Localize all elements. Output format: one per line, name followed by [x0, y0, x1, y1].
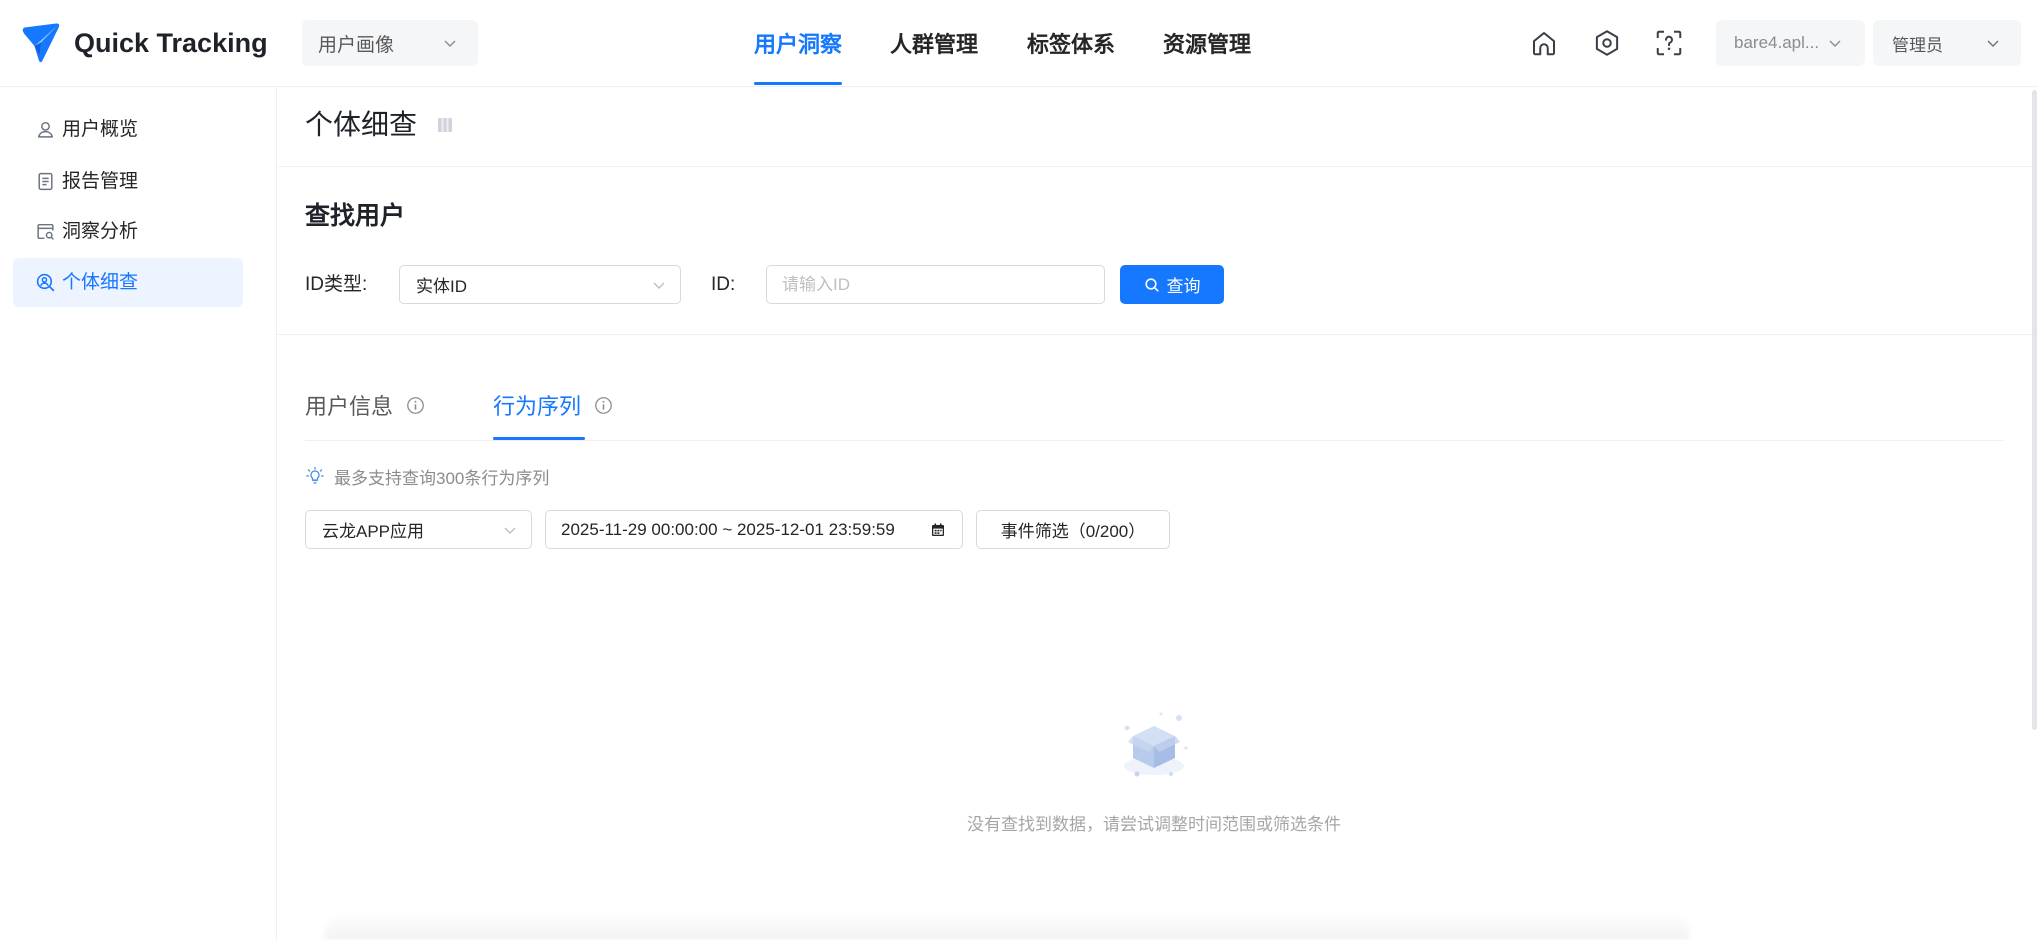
user-lookup-icon — [35, 272, 56, 293]
user-menu[interactable]: 管理员 — [1873, 20, 2021, 66]
logo[interactable]: Quick Tracking — [21, 0, 268, 86]
user-overview-icon — [35, 119, 56, 140]
nav-item-label: 用户洞察 — [754, 32, 843, 57]
sidebar-item-label: 洞察分析 — [62, 221, 139, 242]
tab-active-indicator — [493, 437, 585, 440]
event-filter-label: 事件筛选（0/200） — [1000, 522, 1146, 541]
sidebar-item-label: 用户概览 — [62, 119, 139, 140]
id-type-select[interactable]: 实体ID — [399, 265, 681, 304]
query-button[interactable]: 查询 — [1120, 265, 1224, 304]
nav-item-user-insight[interactable]: 用户洞察 — [754, 0, 843, 86]
search-icon — [1144, 277, 1160, 293]
sidebar-item-label: 个体细查 — [62, 272, 139, 293]
page-header — [277, 87, 2038, 167]
quick-tracking-logo-icon — [21, 22, 61, 64]
bookmark-icon[interactable] — [436, 115, 454, 135]
app-select[interactable]: 云龙APP应用 — [305, 510, 532, 549]
sidebar-item-label: 报告管理 — [62, 171, 139, 192]
logo-text: Quick Tracking — [74, 27, 268, 58]
empty-state-text: 没有查找到数据，请尝试调整时间范围或筛选条件 — [967, 815, 1341, 834]
lightbulb-icon — [305, 466, 325, 486]
chevron-down-icon — [442, 35, 458, 51]
sidebar-item-user-overview[interactable]: 用户概览 — [13, 105, 243, 154]
query-button-label: 查询 — [1166, 277, 1201, 296]
chevron-down-icon — [1985, 35, 2001, 51]
empty-box-icon — [1109, 696, 1199, 786]
sidebar-item-report-management[interactable]: 报告管理 — [13, 157, 243, 206]
insight-analysis-icon — [35, 221, 56, 242]
page-title: 个体细查 — [305, 109, 418, 140]
section-divider — [277, 334, 2038, 335]
user-menu-name: 管理员 — [1892, 35, 1943, 55]
nav-item-label: 人群管理 — [890, 32, 979, 57]
query-limit-tip: 最多支持查询300条行为序列 — [305, 465, 550, 488]
tip-text: 最多支持查询300条行为序列 — [334, 468, 550, 488]
vertical-scrollbar[interactable] — [2032, 90, 2037, 730]
report-icon — [35, 171, 56, 192]
home-icon[interactable] — [1529, 28, 1559, 58]
gear-icon[interactable] — [1592, 28, 1622, 58]
calendar-icon — [930, 522, 946, 538]
nav-active-indicator — [754, 82, 843, 85]
nav-item-tag-system[interactable]: 标签体系 — [1027, 0, 1115, 86]
org-select[interactable]: bare4.apl... — [1716, 20, 1865, 66]
sidebar-item-user-lookup[interactable]: 个体细查 — [13, 258, 243, 307]
sidebar: 用户概览 报告管理 洞察分析 个体细查 — [0, 87, 277, 940]
info-icon[interactable] — [594, 396, 613, 415]
tab-user-info[interactable]: 用户信息 — [305, 388, 425, 422]
event-filter-button[interactable]: 事件筛选（0/200） — [976, 510, 1170, 549]
tab-label: 行为序列 — [493, 394, 582, 419]
id-type-label: ID类型: — [305, 274, 368, 295]
nav-item-resources[interactable]: 资源管理 — [1163, 0, 1251, 86]
tab-behavior-sequence[interactable]: 行为序列 — [493, 388, 613, 422]
bottom-edge-shadow — [325, 912, 1690, 940]
tab-bar-baseline — [305, 440, 2003, 441]
chevron-down-icon — [651, 277, 667, 293]
sidebar-item-insight-analysis[interactable]: 洞察分析 — [13, 207, 243, 256]
date-range-picker[interactable]: 2025-11-29 00:00:00 ~ 2025-12-01 23:59:5… — [545, 510, 963, 549]
tab-label: 用户信息 — [305, 394, 394, 419]
id-type-select-value: 实体ID — [416, 277, 467, 296]
nav-item-audience[interactable]: 人群管理 — [890, 0, 978, 86]
id-label: ID: — [711, 274, 736, 295]
app-select-value: 云龙APP应用 — [322, 522, 425, 541]
id-input[interactable] — [766, 265, 1105, 304]
chevron-down-icon — [1827, 35, 1843, 51]
info-icon[interactable] — [406, 396, 425, 415]
product-select[interactable]: 用户画像 — [302, 20, 478, 66]
help-scan-icon[interactable] — [1654, 28, 1684, 58]
nav-item-label: 资源管理 — [1163, 32, 1252, 57]
product-select-value: 用户画像 — [318, 34, 395, 56]
chevron-down-icon — [502, 522, 518, 538]
date-range-value: 2025-11-29 00:00:00 ~ 2025-12-01 23:59:5… — [561, 519, 895, 539]
top-nav-bar: Quick Tracking 用户画像 用户洞察 人群管理 标签体系 资源管理 … — [0, 0, 2038, 87]
org-select-value: bare4.apl... — [1734, 33, 1820, 52]
nav-item-label: 标签体系 — [1027, 32, 1116, 57]
search-section-title: 查找用户 — [305, 202, 406, 230]
